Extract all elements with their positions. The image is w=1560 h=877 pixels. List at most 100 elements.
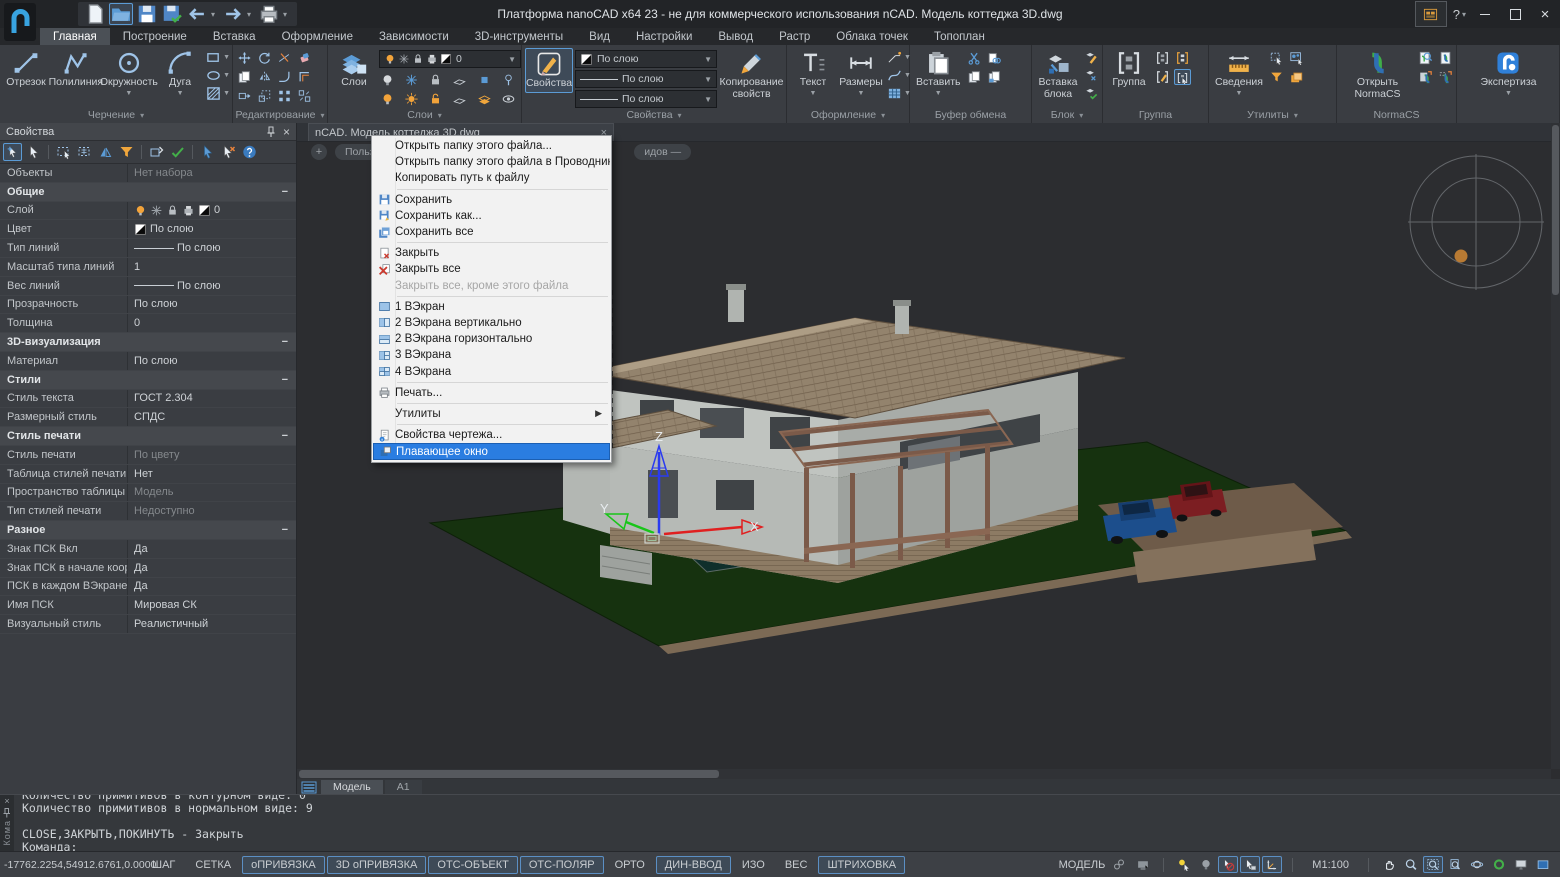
scissors-icon[interactable] [966,50,983,66]
help-button[interactable]: ? [1453,7,1460,22]
undo-button[interactable] [186,4,208,24]
toggle-ОТС-ОБЪЕКТ[interactable]: ОТС-ОБЪЕКТ [428,856,517,874]
plane2-icon[interactable] [451,91,468,107]
square-blue-icon[interactable] [476,72,493,88]
property-value[interactable]: 0 [128,204,296,217]
collapse-icon[interactable]: − [282,524,296,536]
button-Вставить[interactable]: Вставить▼ [913,48,964,99]
fillet-icon[interactable] [276,69,293,85]
property-value[interactable]: По слою [128,242,296,254]
button-Отрезок[interactable]: Отрезок [3,48,49,91]
property-value[interactable]: Да [128,580,296,592]
collapse-icon[interactable]: − [282,430,296,442]
lens-doc-button[interactable] [1445,856,1465,873]
help-button[interactable] [240,143,259,161]
group-edit-icon[interactable] [1154,69,1171,85]
printer-icon[interactable] [182,204,195,217]
stretch-icon[interactable] [236,88,253,104]
menu-item-Открыть-папку-этого-файла-в-Пр[interactable]: Открыть папку этого файла в Проводнике..… [373,154,610,170]
draworder-icon[interactable] [1288,69,1305,85]
ribbon-tab-Построение[interactable]: Построение [110,28,200,45]
lock-icon[interactable] [412,53,424,65]
toggle-ОРТО[interactable]: ОРТО [606,856,654,874]
block-attach-icon[interactable] [1083,68,1100,83]
copy-icon[interactable] [966,69,983,85]
move-rect-button[interactable] [147,143,166,161]
menu-item-Свойства-чертежа-[interactable]: Свойства чертежа... [373,427,610,443]
redo-dropdown-icon[interactable]: ▾ [247,10,255,19]
pin-icon[interactable] [265,126,277,138]
bulb-white-icon[interactable] [379,72,396,88]
view-compass[interactable] [1408,154,1544,290]
horizontal-scrollbar[interactable] [297,769,1551,779]
normacs-find-icon[interactable] [1417,50,1434,66]
bulb-sun-icon[interactable] [403,91,420,107]
bulb-icon[interactable] [134,204,147,217]
ucs-axes-button[interactable] [1262,856,1282,873]
normacs-doc-icon[interactable] [1437,50,1454,66]
button-Текст[interactable]: Текст▼ [790,48,836,99]
cursor-x-button[interactable] [219,143,238,161]
bulb-icon[interactable] [384,53,396,65]
ribbon-tab-Зависимости[interactable]: Зависимости [366,28,462,45]
lock-icon[interactable] [166,204,179,217]
cursor-box-button[interactable] [1240,856,1260,873]
property-value[interactable]: Недоступно [128,505,296,517]
menu-item-4-ВЭкрана[interactable]: 4 ВЭкрана [373,363,610,379]
ribbon-tab-Настройки[interactable]: Настройки [623,28,705,45]
ribbon-tab-Топоплан[interactable]: Топоплан [921,28,998,45]
help-dropdown-icon[interactable]: ▾ [1462,10,1470,19]
section-Стиль печати[interactable]: Стиль печати− [0,427,296,446]
lineweight-combo[interactable]: По слою▼ [575,90,717,108]
trim-icon[interactable] [276,50,293,66]
check-button[interactable] [168,143,187,161]
section-Общие[interactable]: Общие− [0,183,296,202]
ribbon-tab-Облака точек[interactable]: Облака точек [823,28,921,45]
toggle-ДИН-ВВОД[interactable]: ДИН-ВВОД [656,856,731,874]
property-value[interactable]: По слою [128,298,296,310]
scale-indicator[interactable]: М1:100 [1312,859,1349,871]
sel-grid-button[interactable] [75,143,94,161]
property-value[interactable]: 1 [128,261,296,273]
menu-item-1-ВЭкран[interactable]: 1 ВЭкран [373,299,610,315]
group-label-Группа[interactable]: Группа [1103,108,1208,122]
paste-special-icon[interactable] [986,69,1003,85]
offset-icon[interactable] [296,69,313,85]
button-Копирование свойств[interactable]: Копирование свойств [719,48,784,102]
ribbon-tab-Вывод[interactable]: Вывод [705,28,766,45]
property-value[interactable]: По слою [128,280,296,292]
button-Окружность[interactable]: Окружность▼ [103,48,155,99]
printer-icon[interactable] [426,53,438,65]
menu-item-Открыть-папку-этого-файла-[interactable]: Открыть папку этого файла... [373,138,610,154]
property-value[interactable]: По цвету [128,449,296,461]
group-label-Черчение[interactable]: Черчение▾ [0,108,232,122]
block-check-icon[interactable] [1083,86,1100,101]
group-select-icon[interactable] [1174,69,1191,85]
lens-button[interactable] [1401,856,1421,873]
toggle-ВЕС[interactable]: ВЕС [776,856,817,874]
save-check-button[interactable] [161,4,183,24]
sel-rect-button[interactable] [54,143,73,161]
view-pill-right[interactable]: идов — [634,144,691,160]
button-Слои[interactable]: Слои [331,48,377,91]
bulb-cursor-button[interactable] [1174,856,1194,873]
hand-button[interactable] [1379,856,1399,873]
redo-button[interactable] [222,4,244,24]
array-icon[interactable] [276,88,293,104]
cursor-blue-button[interactable] [198,143,217,161]
collapse-icon[interactable]: − [282,336,296,348]
selection-icon[interactable] [1288,50,1305,66]
rect-blue-button[interactable] [1533,856,1553,873]
section-Разное[interactable]: Разное− [0,521,296,540]
plane-icon[interactable] [451,72,468,88]
panel-close-icon[interactable]: × [283,125,290,139]
eye-icon[interactable] [500,91,517,107]
menu-item-Утилиты[interactable]: Утилиты▶ [373,406,610,422]
print-button[interactable] [258,4,280,24]
copy-icon[interactable] [236,69,253,85]
normacs-paste-icon[interactable] [1417,69,1434,85]
property-value[interactable]: Да [128,543,296,555]
layout-tab-А1[interactable]: А1 [385,780,422,794]
ribbon-tab-3D-инструменты[interactable]: 3D-инструменты [462,28,576,45]
group-label-Редактирование[interactable]: Редактирование▾ [233,108,327,122]
